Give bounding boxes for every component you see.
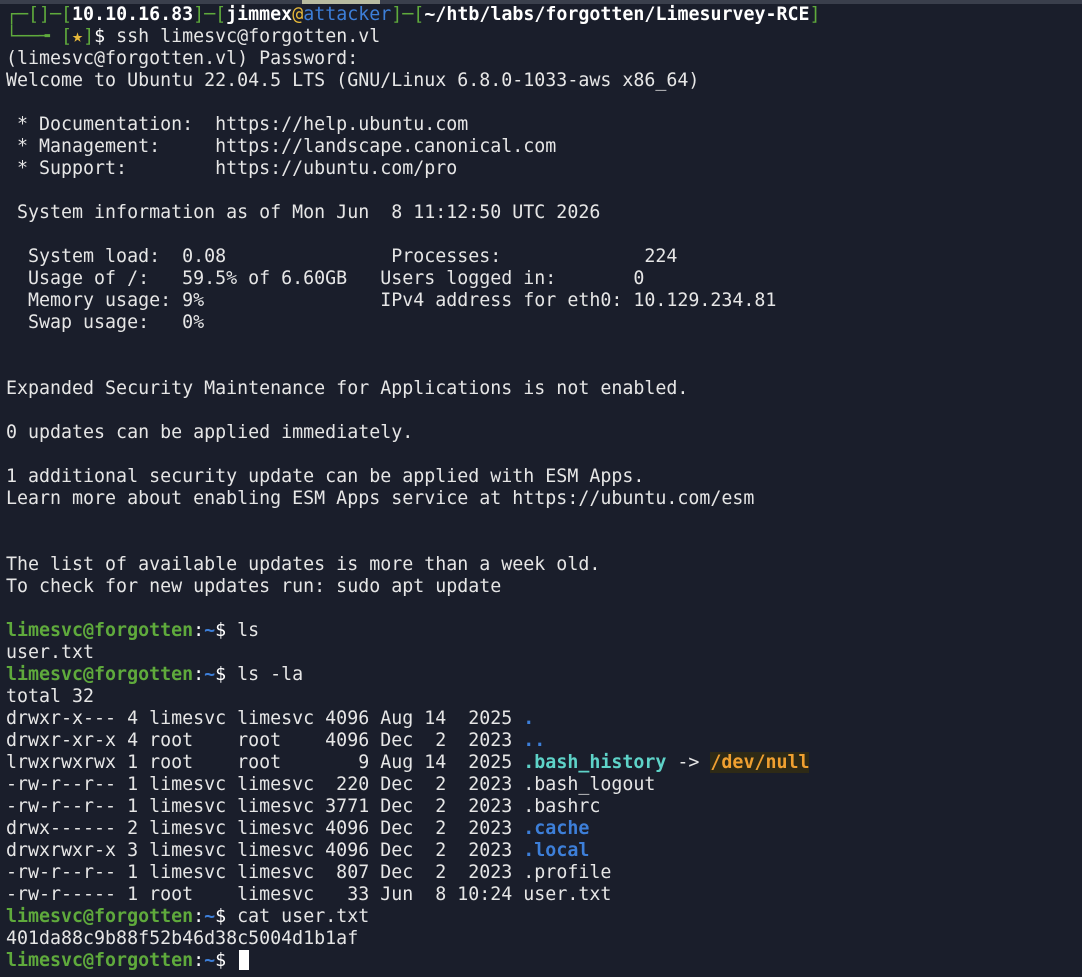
- updates-list-line: The list of available updates is more th…: [6, 554, 601, 575]
- symlink-arrow: ->: [666, 752, 711, 773]
- listing-filename: .cache: [523, 818, 590, 839]
- shell-prompt: limesvc@forgotten:~$ cat user.txt: [6, 906, 370, 927]
- prompt-user: jimmex: [226, 4, 293, 25]
- prompt-at: @: [292, 4, 304, 25]
- listing-meta: drwxrwxr-x 3 limesvc limesvc 4096 Dec 2 …: [6, 840, 524, 861]
- listing-row: drwxr-x--- 4 limesvc limesvc 4096 Aug 14…: [6, 708, 1082, 730]
- listing-meta: lrwxrwxrwx 1 root root 9 Aug 14 2025: [6, 752, 524, 773]
- listing-filename: user.txt: [523, 884, 612, 905]
- listing-row: -rw-r----- 1 root limesvc 33 Jun 8 10:24…: [6, 884, 1082, 906]
- active-tab-indicator[interactable]: [302, 0, 380, 4]
- listing-filename: .: [523, 708, 535, 729]
- listing-row: -rw-r--r-- 1 limesvc limesvc 220 Dec 2 2…: [6, 774, 1082, 796]
- terminal-window[interactable]: ┌─[]─[10.10.16.83]─[jimmex@attacker]─[~/…: [0, 0, 1082, 977]
- symlink-target: /dev/null: [710, 752, 810, 773]
- text-cursor[interactable]: [239, 950, 250, 970]
- listing-filename: .local: [523, 840, 590, 861]
- listing-meta: drwx------ 2 limesvc limesvc 4096 Dec 2 …: [6, 818, 524, 839]
- shell-command: ls -la: [237, 664, 304, 685]
- prompt-header-line: ┌─[]─[10.10.16.83]─[jimmex@attacker]─[~/…: [6, 4, 821, 25]
- window-top-bar: [0, 0, 1082, 4]
- sysinfo-line: System information as of Mon Jun 8 11:12…: [6, 202, 601, 223]
- listing-row: -rw-r--r-- 1 limesvc limesvc 807 Dec 2 2…: [6, 862, 1082, 884]
- prompt-ip: 10.10.16.83: [72, 4, 194, 25]
- listing-meta: -rw-r--r-- 1 limesvc limesvc 807 Dec 2 2…: [6, 862, 524, 883]
- listing-meta: drwxr-x--- 4 limesvc limesvc 4096 Aug 14…: [6, 708, 524, 729]
- shell-command: cat user.txt: [237, 906, 370, 927]
- memory-usage-line: Memory usage: 9% IPv4 address for eth0: …: [6, 290, 777, 311]
- ls-output: user.txt: [6, 642, 95, 663]
- prompt-command-line: └──╼ [★]$ ssh limesvc@forgotten.vl: [6, 26, 381, 47]
- listing-meta: -rw-r----- 1 root limesvc 33 Jun 8 10:24: [6, 884, 524, 905]
- disk-usage-line: Usage of /: 59.5% of 6.60GB Users logged…: [6, 268, 645, 289]
- doc-line: * Documentation: https://help.ubuntu.com: [6, 114, 469, 135]
- prompt-host: attacker: [303, 4, 392, 25]
- star-icon: ★: [72, 26, 84, 47]
- updates-line: 0 updates can be applied immediately.: [6, 422, 414, 443]
- listing-meta: drwxr-xr-x 4 root root 4096 Dec 2 2023: [6, 730, 524, 751]
- welcome-line: Welcome to Ubuntu 22.04.5 LTS (GNU/Linux…: [6, 70, 700, 91]
- listing-row: drwxr-xr-x 4 root root 4096 Dec 2 2023 .…: [6, 730, 1082, 752]
- listing-filename: .bash_history: [523, 752, 667, 773]
- prompt-path: ~/htb/labs/forgotten/Limesurvey-RCE: [424, 4, 810, 25]
- support-line: * Support: https://ubuntu.com/pro: [6, 158, 458, 179]
- listing-total: total 32: [6, 686, 95, 707]
- shell-prompt: limesvc@forgotten:~$ ls -la: [6, 664, 304, 685]
- listing-row: lrwxrwxrwx 1 root root 9 Aug 14 2025 .ba…: [6, 752, 1082, 774]
- listing-filename: .bashrc: [523, 796, 601, 817]
- listing-row: -rw-r--r-- 1 limesvc limesvc 3771 Dec 2 …: [6, 796, 1082, 818]
- listing-filename: ..: [523, 730, 546, 751]
- listing-row: drwx------ 2 limesvc limesvc 4096 Dec 2 …: [6, 818, 1082, 840]
- system-load-line: System load: 0.08 Processes: 224: [6, 246, 678, 267]
- shell-command: ls: [237, 620, 260, 641]
- listing-meta: -rw-r--r-- 1 limesvc limesvc 3771 Dec 2 …: [6, 796, 524, 817]
- password-prompt: (limesvc@forgotten.vl) Password:: [6, 48, 359, 69]
- ssh-command: ssh limesvc@forgotten.vl: [116, 26, 381, 47]
- listing-filename: .bash_logout: [523, 774, 656, 795]
- shell-prompt: limesvc@forgotten:~$ ls: [6, 620, 260, 641]
- check-updates-line: To check for new updates run: sudo apt u…: [6, 576, 502, 597]
- esm-line: Expanded Security Maintenance for Applic…: [6, 378, 689, 399]
- learn-more-line: Learn more about enabling ESM Apps servi…: [6, 488, 755, 509]
- management-line: * Management: https://landscape.canonica…: [6, 136, 557, 157]
- listing-meta: -rw-r--r-- 1 limesvc limesvc 220 Dec 2 2…: [6, 774, 524, 795]
- listing-row: drwxrwxr-x 3 limesvc limesvc 4096 Dec 2 …: [6, 840, 1082, 862]
- listing-filename: .profile: [523, 862, 612, 883]
- file-listing: drwxr-x--- 4 limesvc limesvc 4096 Aug 14…: [6, 708, 1082, 906]
- active-shell-prompt[interactable]: limesvc@forgotten:~$: [6, 950, 1082, 972]
- flag-output: 401da88c9b88f52b46d38c5004d1b1af: [6, 928, 359, 949]
- security-update-line: 1 additional security update can be appl…: [6, 466, 645, 487]
- swap-usage-line: Swap usage: 0%: [6, 312, 205, 333]
